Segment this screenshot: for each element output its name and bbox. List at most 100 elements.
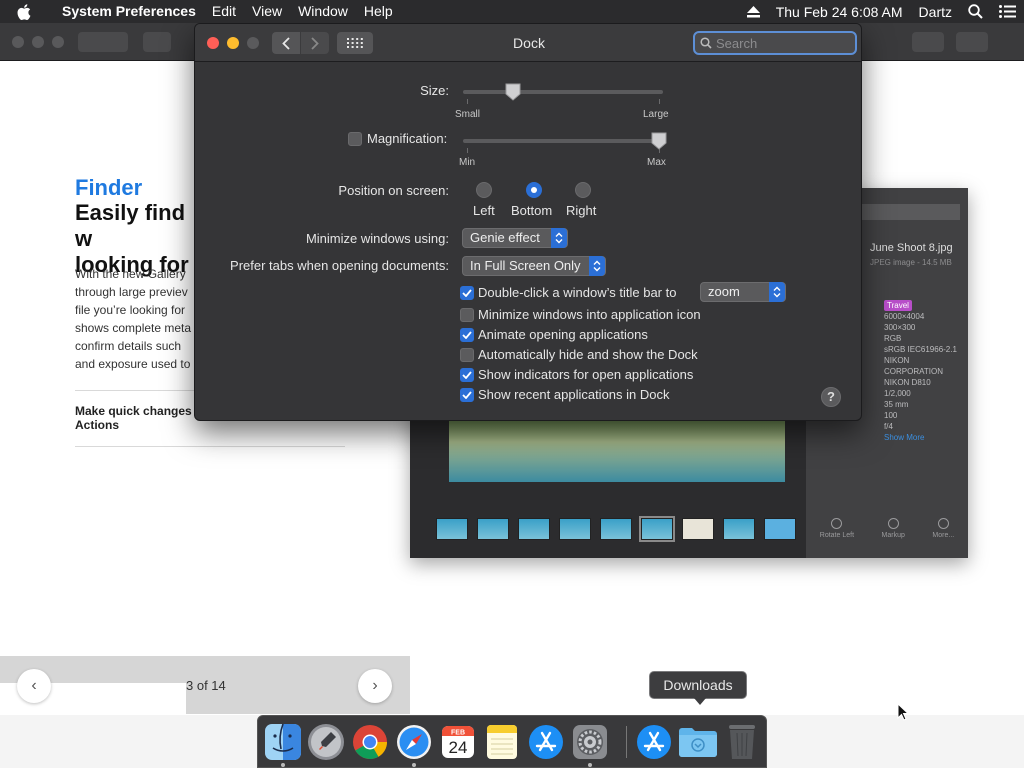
bg-sidebar-button[interactable] <box>143 32 171 52</box>
gallery-main-photo <box>449 420 785 482</box>
autohide-dock-label: Automatically hide and show the Dock <box>478 347 698 362</box>
mouse-pointer-icon <box>897 703 909 721</box>
chrome-icon <box>353 725 387 759</box>
body-line: and exposure used to <box>75 357 191 371</box>
bg-back-forward-button[interactable] <box>78 32 128 52</box>
divider <box>75 446 345 447</box>
meta-line: RGB <box>884 334 902 343</box>
running-indicator <box>412 763 416 767</box>
show-indicators-label: Show indicators for open applications <box>478 367 694 382</box>
double-click-action-value: zoom <box>708 284 740 299</box>
menu-bar: System Preferences Edit View Window Help… <box>0 0 1024 23</box>
help-button[interactable]: ? <box>821 387 841 407</box>
dock-preferences-window: Dock Size: Small Large Magnification: Mi… <box>194 23 862 421</box>
gallery-page-count: 3 of 14 <box>186 678 226 693</box>
menu-user[interactable]: Dartz <box>919 4 952 20</box>
bg-share-button[interactable] <box>912 32 944 52</box>
checkmark-icon <box>462 289 472 297</box>
magnification-checkbox[interactable] <box>348 132 362 146</box>
gallery-prev-button[interactable]: ‹ <box>17 669 51 703</box>
menu-clock[interactable]: Thu Feb 24 6:08 AM <box>776 4 903 20</box>
dock-downloads-stack[interactable] <box>678 722 718 762</box>
dock-system-preferences[interactable] <box>570 722 610 762</box>
menu-app-name[interactable]: System Preferences <box>54 0 204 23</box>
show-indicators-checkbox[interactable] <box>460 368 474 382</box>
gallery-thumbnail <box>477 518 509 540</box>
menu-view[interactable]: View <box>244 0 290 23</box>
forward-button[interactable] <box>301 32 329 54</box>
gallery-file-name: June Shoot 8.jpg <box>870 242 953 254</box>
minimize-effect-popup[interactable]: Genie effect <box>462 228 568 248</box>
dock-applications-stack[interactable] <box>634 722 674 762</box>
bg-zoom-button[interactable] <box>52 36 64 48</box>
size-max-label: Large <box>643 109 669 120</box>
position-right-radio[interactable] <box>575 182 591 198</box>
meta-line: sRGB IEC61966-2.1 <box>884 345 957 354</box>
animate-opening-checkbox[interactable] <box>460 328 474 342</box>
autohide-dock-checkbox[interactable] <box>460 348 474 362</box>
size-slider-knob[interactable] <box>505 83 521 101</box>
app-store-icon <box>529 725 563 759</box>
checkmark-icon <box>462 371 472 379</box>
app-store-icon <box>637 725 671 759</box>
dock: FEB 24 <box>257 715 767 768</box>
gallery-thumbnail-selected <box>639 516 675 542</box>
gallery-thumbnail <box>518 518 550 540</box>
eject-icon[interactable] <box>746 5 760 18</box>
slider-tick <box>467 99 468 104</box>
close-button[interactable] <box>207 37 219 49</box>
rotate-left-action: Rotate Left <box>820 518 854 539</box>
minimize-into-icon-checkbox[interactable] <box>460 308 474 322</box>
gallery-next-button[interactable]: › <box>358 669 392 703</box>
chevron-left-icon <box>282 36 290 50</box>
bg-close-button[interactable] <box>12 36 24 48</box>
slider-tick <box>659 99 660 104</box>
dock-finder[interactable] <box>263 722 303 762</box>
bg-minimize-button[interactable] <box>32 36 44 48</box>
meta-line: 6000×4004 <box>884 312 925 321</box>
prefer-tabs-popup[interactable]: In Full Screen Only <box>462 256 606 276</box>
menu-help[interactable]: Help <box>356 0 401 23</box>
bg-tabs-button[interactable] <box>956 32 988 52</box>
size-slider-track[interactable] <box>463 90 663 94</box>
double-click-titlebar-checkbox[interactable] <box>460 286 474 300</box>
search-input[interactable] <box>716 35 846 51</box>
dock-safari[interactable] <box>394 722 434 762</box>
search-field[interactable] <box>693 31 857 55</box>
magnification-slider-knob[interactable] <box>651 132 667 150</box>
back-button[interactable] <box>272 32 300 54</box>
magnification-label: Magnification: <box>367 131 448 146</box>
dock-trash[interactable] <box>722 722 762 762</box>
notification-center-icon[interactable] <box>999 5 1016 18</box>
magnification-slider-track[interactable] <box>463 139 663 143</box>
chevron-right-icon <box>311 36 319 50</box>
running-indicator <box>588 763 592 767</box>
dock-app-store[interactable] <box>526 722 566 762</box>
apple-menu-icon[interactable] <box>17 3 41 20</box>
position-left-radio[interactable] <box>476 182 492 198</box>
gallery-metadata: Travel 6000×4004 300×300 RGB sRGB IEC619… <box>884 300 957 443</box>
minimize-button[interactable] <box>227 37 239 49</box>
dock-chrome[interactable] <box>350 722 390 762</box>
dock-notes[interactable] <box>482 722 522 762</box>
dock-launchpad[interactable] <box>306 722 346 762</box>
show-all-grid-button[interactable] <box>337 32 373 54</box>
position-bottom-radio[interactable] <box>526 182 542 198</box>
menu-edit[interactable]: Edit <box>204 0 244 23</box>
spotlight-search-icon[interactable] <box>968 4 983 19</box>
downloads-folder-icon <box>679 728 717 757</box>
position-right-label: Right <box>566 203 597 218</box>
show-recent-apps-label: Show recent applications in Dock <box>478 387 670 402</box>
show-recent-apps-checkbox[interactable] <box>460 388 474 402</box>
dock-calendar[interactable]: FEB 24 <box>438 722 478 762</box>
finder-subheading[interactable]: Make quick changes Actions <box>75 404 205 432</box>
meta-line: f/4 <box>884 422 893 431</box>
position-bottom-label: Bottom <box>511 203 553 218</box>
more-icon <box>937 518 949 529</box>
double-click-action-popup[interactable]: zoom <box>700 282 786 302</box>
body-line: With the new Gallery <box>75 267 186 281</box>
updown-chevron-icon <box>551 228 567 248</box>
menu-window[interactable]: Window <box>290 0 356 23</box>
prefs-titlebar: Dock <box>195 24 861 62</box>
magnification-max-label: Max <box>647 157 666 168</box>
